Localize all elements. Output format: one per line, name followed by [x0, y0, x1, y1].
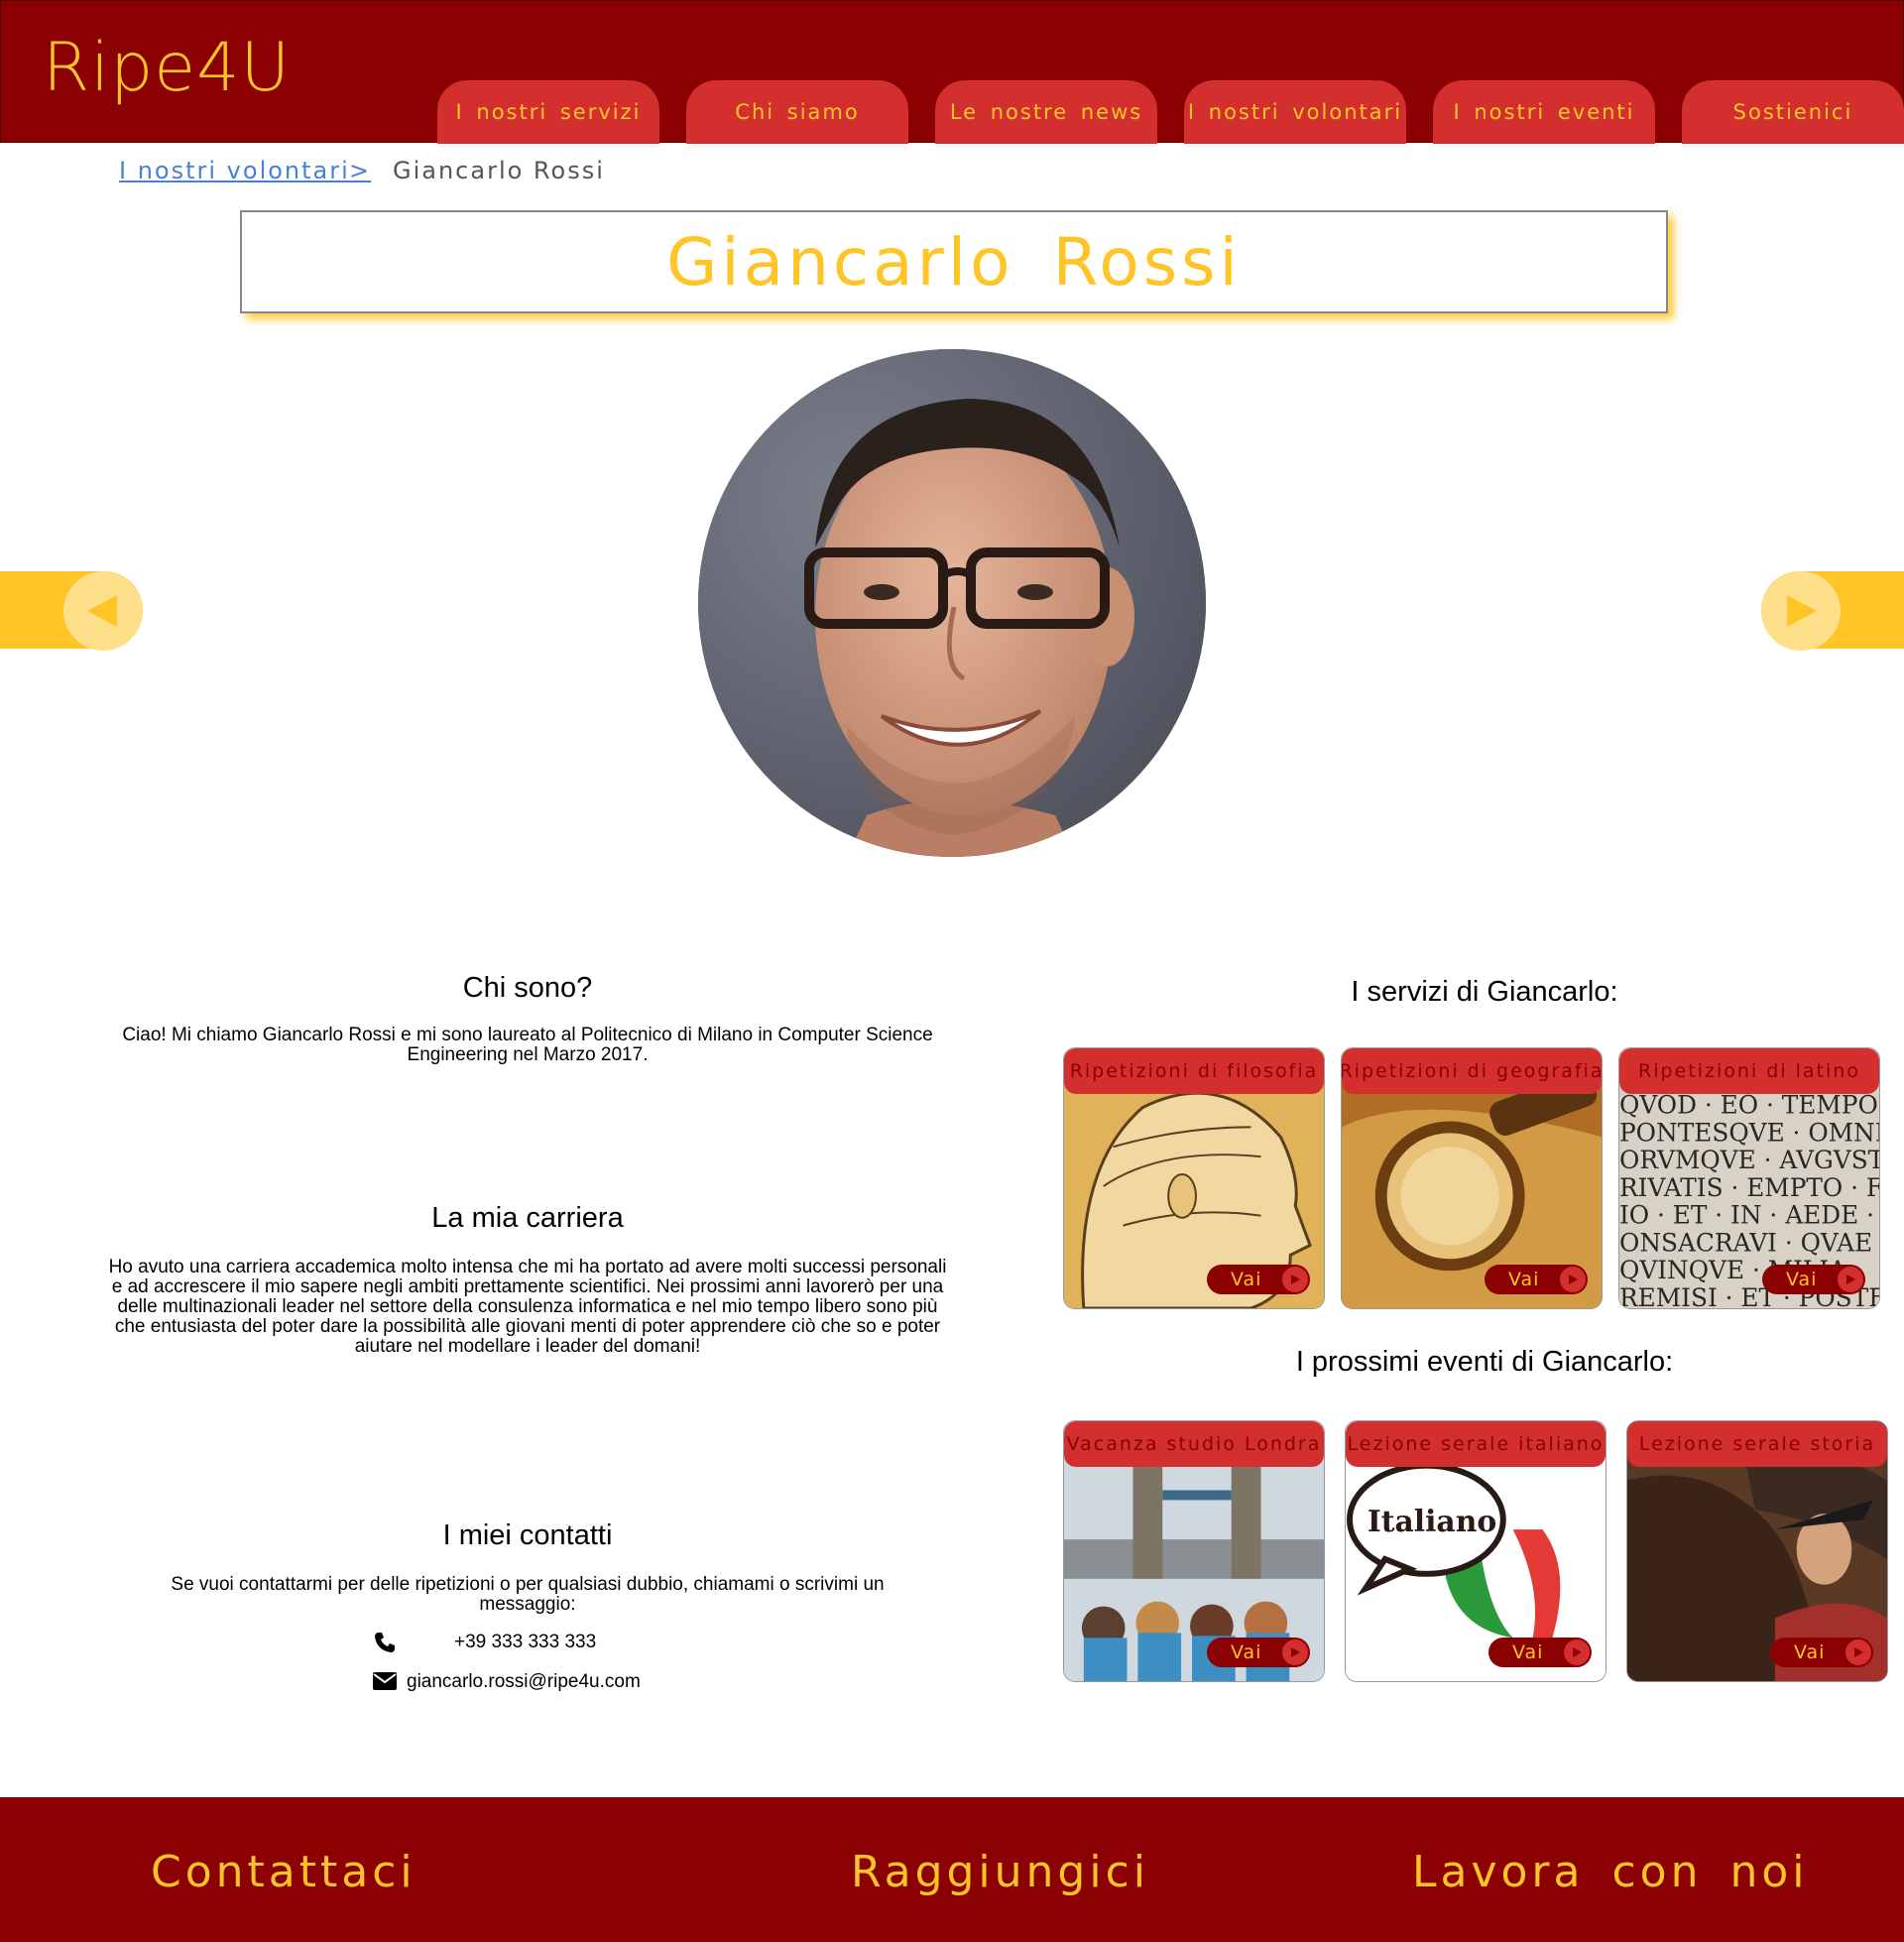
event-card-storia[interactable]: Lezione serale storia Vai: [1626, 1420, 1888, 1682]
service-card-label: Ripetizioni di latino: [1619, 1048, 1879, 1094]
page-title: Giancarlo Rossi: [666, 223, 1242, 301]
play-icon: [1838, 1267, 1863, 1292]
svg-text:ORVMQVE · AVGVSTV: ORVMQVE · AVGVSTV: [1619, 1146, 1879, 1174]
service-card-latino[interactable]: QVOD · EO · TEMPOR PONTESQVE · OMNES ORV…: [1618, 1047, 1880, 1309]
footer-link-contattaci[interactable]: Contattaci: [151, 1847, 416, 1897]
vai-button[interactable]: Vai: [1488, 1638, 1592, 1667]
svg-text:PONTESQVE · OMNES: PONTESQVE · OMNES: [1619, 1118, 1879, 1147]
about-text: Ciao! Mi chiamo Giancarlo Rossi e mi son…: [122, 1025, 933, 1065]
events-heading: I prossimi eventi di Giancarlo:: [1295, 1346, 1674, 1378]
event-card-italiano[interactable]: Italiano Lezione serale italiano Vai: [1345, 1420, 1606, 1682]
event-card-label: Vacanza studio Londra: [1064, 1421, 1324, 1467]
nav-tab-eventi[interactable]: I nostri eventi: [1433, 80, 1655, 144]
breadcrumb-parent-link[interactable]: I nostri volontari: [119, 157, 350, 184]
event-card-label: Lezione serale storia: [1627, 1421, 1887, 1467]
phone-number[interactable]: +39 333 333 333: [454, 1632, 596, 1653]
services-heading: I servizi di Giancarlo:: [1351, 976, 1618, 1008]
site-footer: Contattaci Raggiungici Lavora con noi: [0, 1797, 1904, 1942]
vai-button[interactable]: Vai: [1207, 1638, 1310, 1667]
page-title-box: Giancarlo Rossi: [240, 210, 1668, 313]
service-card-label: Ripetizioni di filosofia: [1064, 1048, 1324, 1094]
envelope-icon: [373, 1672, 397, 1696]
play-icon: [1564, 1639, 1590, 1665]
contacts-heading: I miei contatti: [442, 1519, 613, 1551]
nav-tab-news[interactable]: Le nostre news: [935, 80, 1157, 144]
vai-button[interactable]: Vai: [1770, 1638, 1873, 1667]
svg-text:IO · ET · IN · AEDE · DI: IO · ET · IN · AEDE · DI: [1619, 1201, 1879, 1230]
vai-button[interactable]: Vai: [1762, 1265, 1865, 1294]
breadcrumb-separator[interactable]: >: [349, 157, 371, 184]
nav-tab-volontari[interactable]: I nostri volontari: [1184, 80, 1406, 144]
nav-tab-sostienici[interactable]: Sostienici: [1682, 80, 1904, 144]
triangle-right-icon: [1787, 595, 1817, 627]
nav-tab-chi-siamo[interactable]: Chi siamo: [686, 80, 908, 144]
site-logo[interactable]: Ripe4U: [43, 29, 291, 107]
service-card-filosofia[interactable]: Ripetizioni di filosofia Vai: [1063, 1047, 1325, 1309]
play-icon: [1282, 1639, 1308, 1665]
svg-text:ONSACRAVI · QVAE: ONSACRAVI · QVAE: [1619, 1228, 1872, 1257]
triangle-left-icon: [87, 595, 117, 627]
carousel-prev-button[interactable]: [63, 571, 143, 651]
breadcrumb-current: Giancarlo Rossi: [393, 157, 605, 184]
service-card-label: Ripetizioni di geografia: [1342, 1048, 1602, 1094]
event-card-londra[interactable]: Vacanza studio Londra Vai: [1063, 1420, 1325, 1682]
play-icon: [1845, 1639, 1871, 1665]
phone-icon: [373, 1631, 397, 1660]
about-heading: Chi sono?: [462, 972, 593, 1004]
service-card-geografia[interactable]: Ripetizioni di geografia Vai: [1341, 1047, 1603, 1309]
vai-button[interactable]: Vai: [1485, 1265, 1588, 1294]
career-heading: La mia carriera: [431, 1202, 624, 1234]
site-header: Ripe4U I nostri servizi Chi siamo Le nos…: [0, 0, 1904, 144]
career-text: Ho avuto una carriera accademica molto i…: [108, 1257, 947, 1357]
footer-link-lavora-con-noi[interactable]: Lavora con noi: [1412, 1847, 1809, 1897]
play-icon: [1282, 1267, 1308, 1292]
carousel-next-button[interactable]: [1761, 571, 1841, 651]
footer-link-raggiungici[interactable]: Raggiungici: [851, 1847, 1149, 1897]
play-icon: [1560, 1267, 1586, 1292]
email-address[interactable]: giancarlo.rossi@ripe4u.com: [407, 1671, 641, 1693]
profile-photo: [698, 349, 1206, 857]
svg-text:Italiano: Italiano: [1368, 1505, 1496, 1539]
contacts-text: Se vuoi contattarmi per delle ripetizion…: [171, 1574, 885, 1615]
svg-text:RIVATIS · EMPTO · FECI: RIVATIS · EMPTO · FECI: [1619, 1173, 1879, 1202]
svg-text:QVOD · EO · TEMPOR: QVOD · EO · TEMPOR: [1619, 1091, 1879, 1120]
event-card-label: Lezione serale italiano: [1346, 1421, 1606, 1467]
nav-tab-servizi[interactable]: I nostri servizi: [437, 80, 659, 144]
vai-button[interactable]: Vai: [1207, 1265, 1310, 1294]
